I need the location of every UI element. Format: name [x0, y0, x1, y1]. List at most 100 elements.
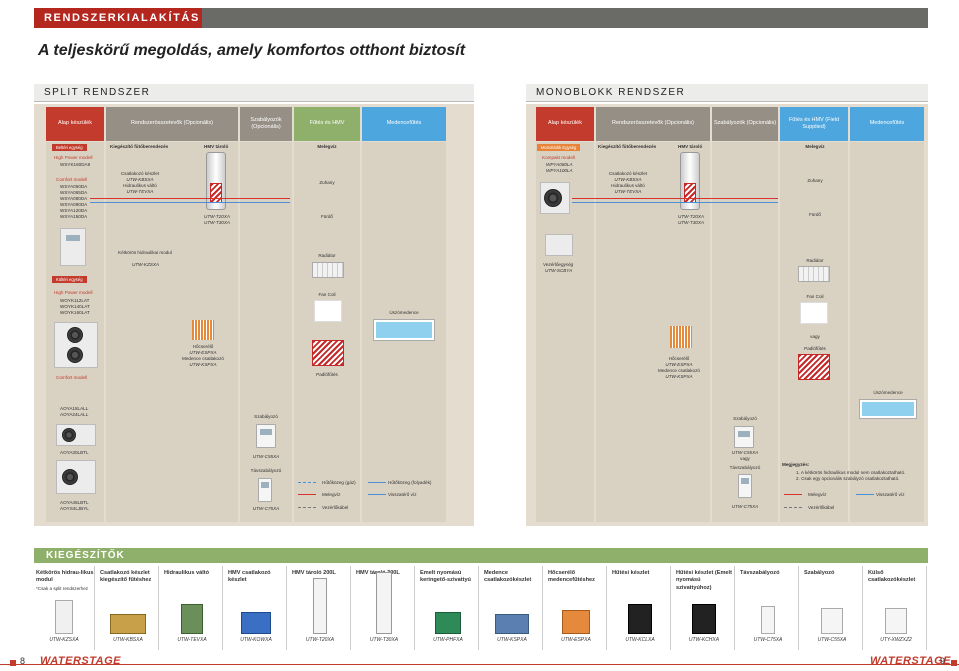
- outdoor-comfort-model: AOYA45LBTL: [60, 500, 89, 505]
- or-label: vagy: [810, 334, 820, 339]
- section-header-bar: RENDSZERKIALAKÍTÁS: [34, 8, 928, 28]
- mono-or-label: vagy: [740, 456, 750, 461]
- page-marker-right: [951, 660, 957, 666]
- mono-radiator-label: Radiátor: [806, 258, 824, 263]
- mono-legend-cable-line: [784, 507, 802, 508]
- mono-legend-warm: Melegvíz: [808, 492, 827, 497]
- bath-label: Fürdő: [320, 214, 333, 219]
- accessory-image: [313, 578, 327, 634]
- mono-unit-image: [540, 182, 570, 214]
- comfort-label: Comfort modell: [56, 177, 88, 182]
- legend-liquid-line: [368, 482, 386, 483]
- mono-title-bar: MONOBLOKK RENDSZER: [526, 84, 928, 102]
- radiator-image: [312, 262, 344, 278]
- mono-header-heating: Fűtés és HMV (Field Supplied): [780, 107, 848, 141]
- split-header-heating: Fűtés és HMV: [294, 107, 360, 141]
- mono-floor-heating-label: Padlófűtés: [804, 346, 826, 351]
- accessory-item: Medence csatlakozókészlet UTW-KSPXA: [482, 566, 543, 650]
- connect-kit-code: UTW-KBSXA: [126, 177, 154, 182]
- indoor-unit-image: [60, 228, 86, 266]
- footer-line: [0, 664, 959, 665]
- split-title-bar: SPLIT RENDSZER: [34, 84, 474, 102]
- accessory-code: UTW-PHFXA: [433, 637, 463, 643]
- compact-model: WPYA100LA: [546, 168, 573, 173]
- accessory-name: Hűtési készlet: [612, 570, 650, 576]
- legend-return: Visszatérő víz: [388, 492, 417, 497]
- mono-radiator-image: [798, 266, 830, 282]
- floor-heating-label: Padlófűtés: [316, 372, 338, 377]
- mono-heat-exchanger-code: UTW-ESPXA: [665, 362, 693, 367]
- accessory-item: Szabályozó UTW-C55XA: [802, 566, 863, 650]
- mono-controller-image: [734, 426, 754, 448]
- accessory-item: Távszabályozó UTW-C75XA: [738, 566, 799, 650]
- split-header-pool: Medencefűtés: [362, 107, 446, 141]
- accessory-image: [628, 604, 652, 634]
- legend-warm: Melegvíz: [322, 492, 341, 497]
- two-way-module-label: Kétkörös hidraulikai modul: [118, 250, 172, 255]
- outdoor-high-power-label: High Power modell: [54, 290, 93, 295]
- mono-bath-label: Fürdő: [808, 212, 821, 217]
- heat-exchanger-image: [192, 320, 214, 340]
- mono-header-base: Alap készülék: [536, 107, 594, 141]
- floor-heating-image: [312, 340, 344, 366]
- mono-remote-image: [738, 474, 752, 498]
- accessory-image: [885, 608, 907, 634]
- hmv-code: UTW-T20XA: [204, 214, 230, 219]
- mono-hmv-code: UTW-T30XA: [678, 220, 704, 225]
- remote-image: [258, 478, 272, 502]
- accessory-name: Szabályozó: [804, 570, 835, 576]
- accessory-image: [110, 614, 146, 634]
- accessory-item: HMV csatlakozó készlet UTW-KOWXA: [226, 566, 287, 650]
- accessory-name: Hidraulikus váltó: [164, 570, 210, 576]
- accessory-image: [241, 612, 271, 634]
- split-header-components: Rendszerösszetevők (Opcionális): [106, 107, 238, 141]
- mono-remote-label: Távszabályozó: [729, 465, 761, 470]
- mono-hmv-code: UTW-T20XA: [678, 214, 704, 219]
- outdoor-comfort-image-b: [56, 460, 96, 494]
- legend-liquid: Hűtőközeg (folyadék): [388, 480, 432, 485]
- accessory-item: Emelt nyomású keringető-szivattyú UTW-PHF…: [418, 566, 479, 650]
- mono-controller-label: Szabályozó: [733, 416, 757, 421]
- mono-return-pipe: [572, 202, 778, 203]
- accessory-image: [376, 572, 392, 634]
- accessory-name: Medence csatlakozókészlet: [484, 570, 532, 584]
- mono-heat-exchanger-image: [670, 326, 692, 348]
- accessory-item: HMV tároló 300LUTW-T30XA: [354, 566, 415, 650]
- mono-controller-code: UTW-C55XA: [731, 450, 759, 455]
- mono-hmv-label: HMV tároló: [678, 144, 703, 149]
- accessory-item: Hőcserélő medencefűtéshez UTW-ESPXA: [546, 566, 607, 650]
- mono-kit-label: Kiegészítő fűtőberendezés: [598, 144, 657, 149]
- mono-heat-exchanger-label: Hőcserélő: [668, 356, 690, 361]
- accessory-code: UTW-KBSXA: [113, 637, 143, 643]
- accessory-code: UTW-C55XA: [817, 637, 847, 643]
- accessory-image: [181, 604, 203, 634]
- mono-warm-water-label: Melegvíz: [805, 144, 825, 149]
- accessory-item: Hűtési készlet (Emelt nyomású szivattyúh…: [674, 566, 735, 650]
- comfort-model: WSYA090DA: [60, 202, 88, 207]
- legend-warm-line: [298, 494, 316, 495]
- mono-header-pool: Medencefűtés: [850, 107, 924, 141]
- note-title: Megjegyzés:: [782, 462, 810, 467]
- accessory-name: Távszabályozó: [740, 570, 780, 576]
- controller-code: UTW-C55XA: [252, 454, 280, 459]
- accessory-image: [495, 614, 529, 634]
- accessory-code: UTW-C75XA: [753, 637, 783, 643]
- accessory-name: Csatlakozó készlet kiegészítő fűtéshez: [100, 570, 152, 584]
- accessory-code: UTW-T20XA: [305, 637, 335, 643]
- outdoor-model: WOYK160LAT: [60, 310, 90, 315]
- mono-legend-return: Visszatérő víz: [876, 492, 905, 497]
- accessory-code: UTW-ESPXA: [561, 637, 591, 643]
- accessory-item: Hidraulikus váltó UTW-TEVXA: [162, 566, 223, 650]
- split-col-controllers: [240, 142, 292, 522]
- fan-coil-image: [314, 300, 342, 322]
- mono-legend-cable: Vezérlőkábel: [808, 505, 835, 510]
- outdoor-comfort-model: AOYA18LALL: [60, 406, 89, 411]
- accessories-header-bar: KIEGÉSZÍTŐK: [34, 548, 928, 563]
- page-marker-left: [10, 660, 16, 666]
- compact-model: WPYA080LA: [546, 162, 573, 167]
- outdoor-unit-tag: Kültéri egység: [52, 276, 87, 283]
- split-title: SPLIT RENDSZER: [44, 87, 151, 98]
- outdoor-comfort-label: Comfort modell: [56, 375, 88, 380]
- accessory-image: [55, 600, 73, 634]
- accessory-item: Külső csatlakozókészlet UTY-XWZXZ2: [866, 566, 927, 650]
